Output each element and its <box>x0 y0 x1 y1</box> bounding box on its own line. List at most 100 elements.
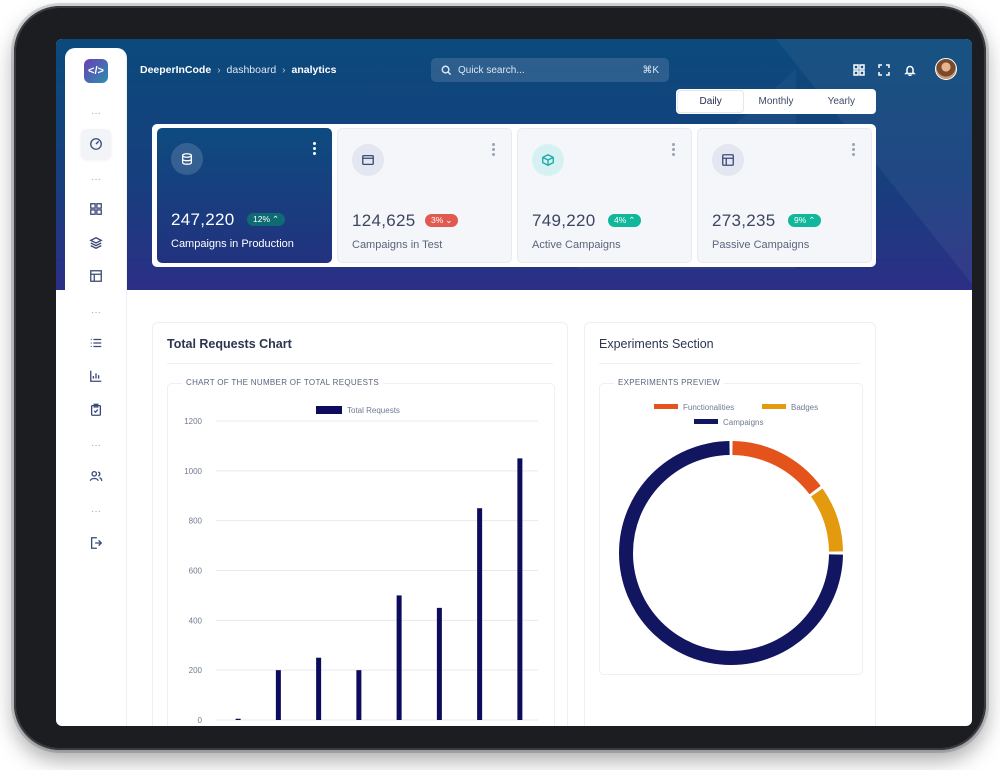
requests-panel: Total Requests Chart CHART OF THE NUMBER… <box>152 322 568 726</box>
fullscreen-button[interactable] <box>876 62 892 78</box>
database-icon <box>171 143 203 175</box>
trend-badge: 4% ⌃ <box>608 214 642 227</box>
logout-icon <box>90 537 103 549</box>
donut-box: EXPERIMENTS PREVIEW Functionalities Badge… <box>599 378 863 675</box>
tablet-frame: </> ··· ··· ··· ··· ··· DeeperInCode › d… <box>14 6 986 750</box>
toggle-daily[interactable]: Daily <box>678 91 744 112</box>
card-menu-icon[interactable] <box>671 143 677 157</box>
app-logo-icon[interactable]: </> <box>84 59 108 83</box>
stat-label: Active Campaigns <box>532 239 621 251</box>
stat-label: Passive Campaigns <box>712 239 810 251</box>
sidebar-item-grid[interactable] <box>81 194 111 224</box>
legend-label: Badges <box>791 403 818 412</box>
app-screen: </> ··· ··· ··· ··· ··· DeeperInCode › d… <box>56 39 972 726</box>
grid-icon <box>90 203 102 215</box>
legend-swatch <box>654 404 678 409</box>
clipboard-icon <box>90 403 102 416</box>
sidebar-item-dashboard[interactable] <box>81 129 111 159</box>
bar <box>235 718 241 720</box>
stat-value: 247,220 <box>171 210 235 229</box>
donut-chart: Functionalities Badges Campaigns <box>619 403 843 665</box>
sidebar-item-layers[interactable] <box>81 228 111 258</box>
fullscreen-icon <box>878 64 890 76</box>
sidebar-separator: ··· <box>91 506 101 517</box>
stat-card-production[interactable]: 247,220 12% ⌃ Campaigns in Production <box>157 128 332 263</box>
sidebar-item-clipboard[interactable] <box>81 395 111 425</box>
breadcrumb-chevron-icon: › <box>282 64 286 76</box>
card-menu-icon[interactable] <box>851 143 857 157</box>
stat-value: 749,220 <box>532 211 596 230</box>
sidebar-separator: ··· <box>91 440 101 451</box>
search-icon <box>441 65 452 75</box>
y-tick-label: 200 <box>189 666 203 675</box>
sidebar-item-table[interactable] <box>81 261 111 291</box>
bar <box>316 657 322 720</box>
sidebar-item-list[interactable] <box>81 328 111 358</box>
stat-card-passive[interactable]: 273,235 9% ⌃ Passive Campaigns <box>697 128 872 263</box>
y-tick-label: 1000 <box>184 467 202 476</box>
list-icon <box>90 338 102 348</box>
dashboard-icon <box>90 138 102 150</box>
panel-title: Total Requests Chart <box>167 337 292 351</box>
legend-label: Functionalities <box>683 403 734 412</box>
sidebar-separator: ··· <box>91 108 101 119</box>
divider <box>167 363 553 364</box>
browser-icon <box>352 144 384 176</box>
breadcrumb-mid[interactable]: dashboard <box>227 64 277 76</box>
table-icon <box>90 270 102 282</box>
donut-slice <box>811 488 843 552</box>
y-tick-label: 1200 <box>184 417 202 426</box>
stat-card-active[interactable]: 749,220 4% ⌃ Active Campaigns <box>517 128 692 263</box>
legend-swatch <box>762 404 786 409</box>
sidebar-separator: ··· <box>91 307 101 318</box>
period-toggle: Daily Monthly Yearly <box>676 89 876 114</box>
bell-icon <box>904 65 916 76</box>
stat-label: Campaigns in Production <box>171 238 294 250</box>
bar <box>517 458 523 720</box>
breadcrumb-chevron-icon: › <box>217 64 221 76</box>
notifications-button[interactable] <box>902 62 918 78</box>
layout-icon <box>712 144 744 176</box>
breadcrumb-root[interactable]: DeeperInCode <box>140 64 211 76</box>
layers-icon <box>89 237 103 249</box>
y-tick-label: 400 <box>189 616 203 625</box>
bar-chart: Total Requests 0 200 400 600 800 1000 1200 <box>184 406 538 725</box>
y-tick-label: 800 <box>189 517 203 526</box>
divider <box>599 363 861 364</box>
user-avatar[interactable] <box>935 58 957 80</box>
panel-title: Experiments Section <box>599 337 714 351</box>
legend-swatch <box>694 419 718 424</box>
bar-chart-icon <box>90 370 102 382</box>
trend-up-icon: ⌃ <box>628 215 636 225</box>
y-tick-label: 600 <box>189 567 203 576</box>
sidebar-item-logout[interactable] <box>81 528 111 558</box>
chart-section-label: CHART OF THE NUMBER OF TOTAL REQUESTS <box>182 378 384 387</box>
apps-icon <box>853 64 865 76</box>
stat-card-test[interactable]: 124,625 3% ⌄ Campaigns in Test <box>337 128 512 263</box>
toggle-monthly[interactable]: Monthly <box>743 91 808 112</box>
sidebar-item-users[interactable] <box>81 461 111 491</box>
apps-button[interactable] <box>851 62 867 78</box>
search-placeholder: Quick search... <box>458 64 525 76</box>
search-input[interactable]: Quick search... ⌘K <box>431 58 669 82</box>
toggle-yearly[interactable]: Yearly <box>809 91 874 112</box>
donut-slice <box>732 441 821 495</box>
sidebar-item-charts[interactable] <box>81 361 111 391</box>
bar <box>396 595 402 720</box>
sidebar: </> ··· ··· ··· ··· ··· <box>65 48 127 726</box>
legend-swatch <box>316 406 342 414</box>
card-menu-icon[interactable] <box>312 142 318 156</box>
donut-section-label: EXPERIMENTS PREVIEW <box>614 378 725 387</box>
stat-label: Campaigns in Test <box>352 239 443 251</box>
trend-up-icon: ⌃ <box>808 215 816 225</box>
bar <box>356 670 362 720</box>
breadcrumb-current: analytics <box>291 64 337 76</box>
breadcrumb: DeeperInCode › dashboard › analytics <box>140 64 336 76</box>
bar <box>436 607 442 720</box>
trend-down-icon: ⌄ <box>445 215 453 225</box>
legend-label: Campaigns <box>723 418 763 427</box>
bar <box>275 670 281 720</box>
experiments-panel: Experiments Section EXPERIMENTS PREVIEW … <box>584 322 876 726</box>
card-menu-icon[interactable] <box>491 143 497 157</box>
trend-badge: 3% ⌄ <box>425 214 459 227</box>
